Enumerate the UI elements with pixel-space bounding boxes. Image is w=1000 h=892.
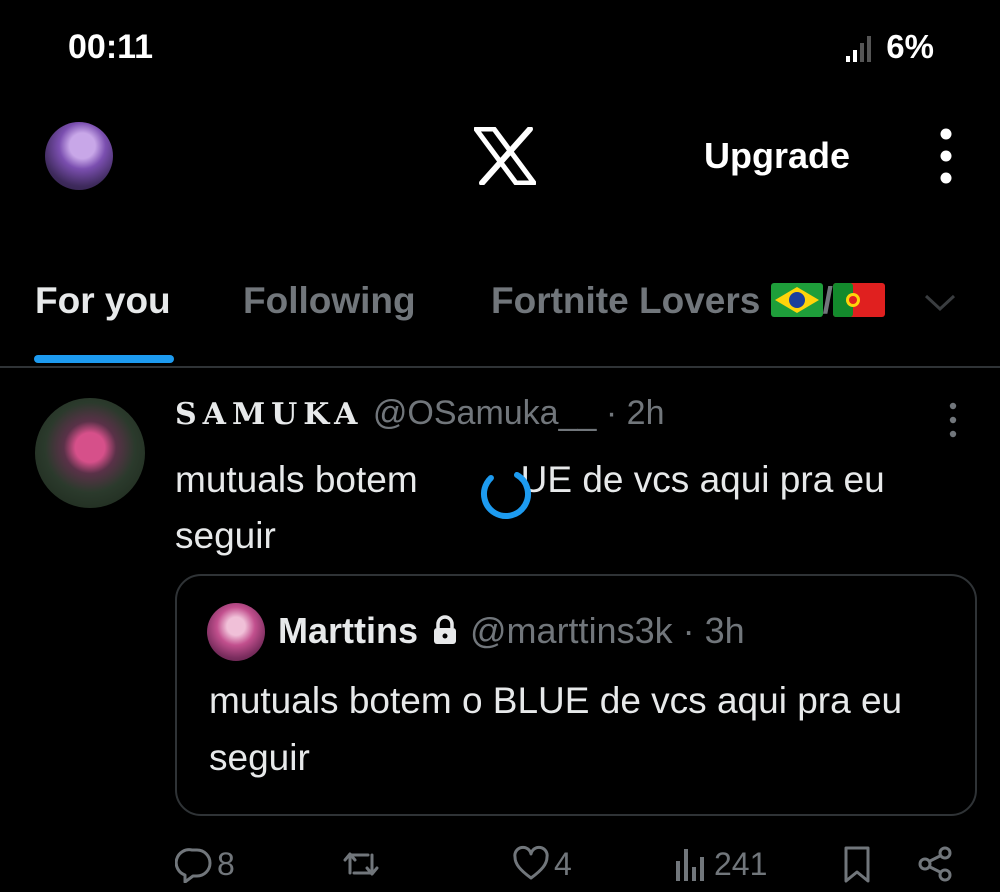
repost-button[interactable] [342,842,384,886]
tweet-text-part1: mutuals botem [175,459,418,500]
reply-icon [175,848,212,883]
quoted-author-handle: @marttins3k [470,610,673,651]
x-logo-icon[interactable] [474,127,536,185]
views-button[interactable]: 241 [672,842,767,886]
chevron-down-icon[interactable] [922,290,958,314]
tabs-divider [0,366,1000,368]
status-time: 00:11 [68,28,154,66]
profile-avatar[interactable] [45,122,113,190]
reply-count: 8 [217,845,235,882]
quoted-tweet-header: Marttins @marttins3k · 3h [278,610,745,652]
bookmark-button[interactable] [838,842,876,886]
tweet-timestamp[interactable]: 2h [627,394,665,432]
tweet-author-handle[interactable]: @OSamuka__ [373,394,597,432]
upgrade-button[interactable]: Upgrade [704,135,850,177]
tweet-dot-separator: · [605,394,618,432]
quoted-tweet-text: mutuals botem o BLUE de vcs aqui pra eu … [209,680,903,778]
share-icon [918,846,952,882]
quoted-author-avatar [207,603,265,661]
tweet-more-icon[interactable] [946,402,960,438]
lock-icon [434,615,457,644]
loading-spinner-icon [481,469,531,519]
bookmark-icon [844,846,870,883]
more-options-icon[interactable] [934,128,958,184]
portugal-flag-icon [832,283,885,317]
reply-button[interactable]: 8 [175,842,235,886]
tweet-header: SAMUKA @OSamuka__ · 2h [175,394,664,433]
brazil-flag-icon [770,283,823,317]
tab-fortnite-label: Fortnite Lovers [491,280,761,321]
tab-flag-separator: / [822,280,833,321]
quoted-timestamp: 3h [704,610,745,651]
like-button[interactable]: 4 [512,842,572,886]
like-count: 4 [554,845,572,882]
tab-fortnite-lovers[interactable]: Fortnite Lovers / [491,280,885,322]
battery-level: 6% [886,28,934,65]
views-chart-icon [676,849,704,881]
quoted-author-name: Marttins [278,610,419,651]
tweet-text: mutuals botem UE de vcs aqui pra eu segui… [175,452,975,564]
tweet-author-avatar[interactable] [35,398,145,508]
tab-for-you[interactable]: For you [35,280,171,322]
signal-icon [846,36,871,62]
quoted-dot-separator: · [682,610,695,651]
tab-following[interactable]: Following [243,280,416,322]
share-button[interactable] [916,842,954,886]
tweet-author-name[interactable]: SAMUKA [175,397,363,432]
active-tab-indicator [34,355,174,363]
repost-icon [343,852,379,876]
view-count: 241 [714,845,768,882]
heart-icon [513,845,549,880]
